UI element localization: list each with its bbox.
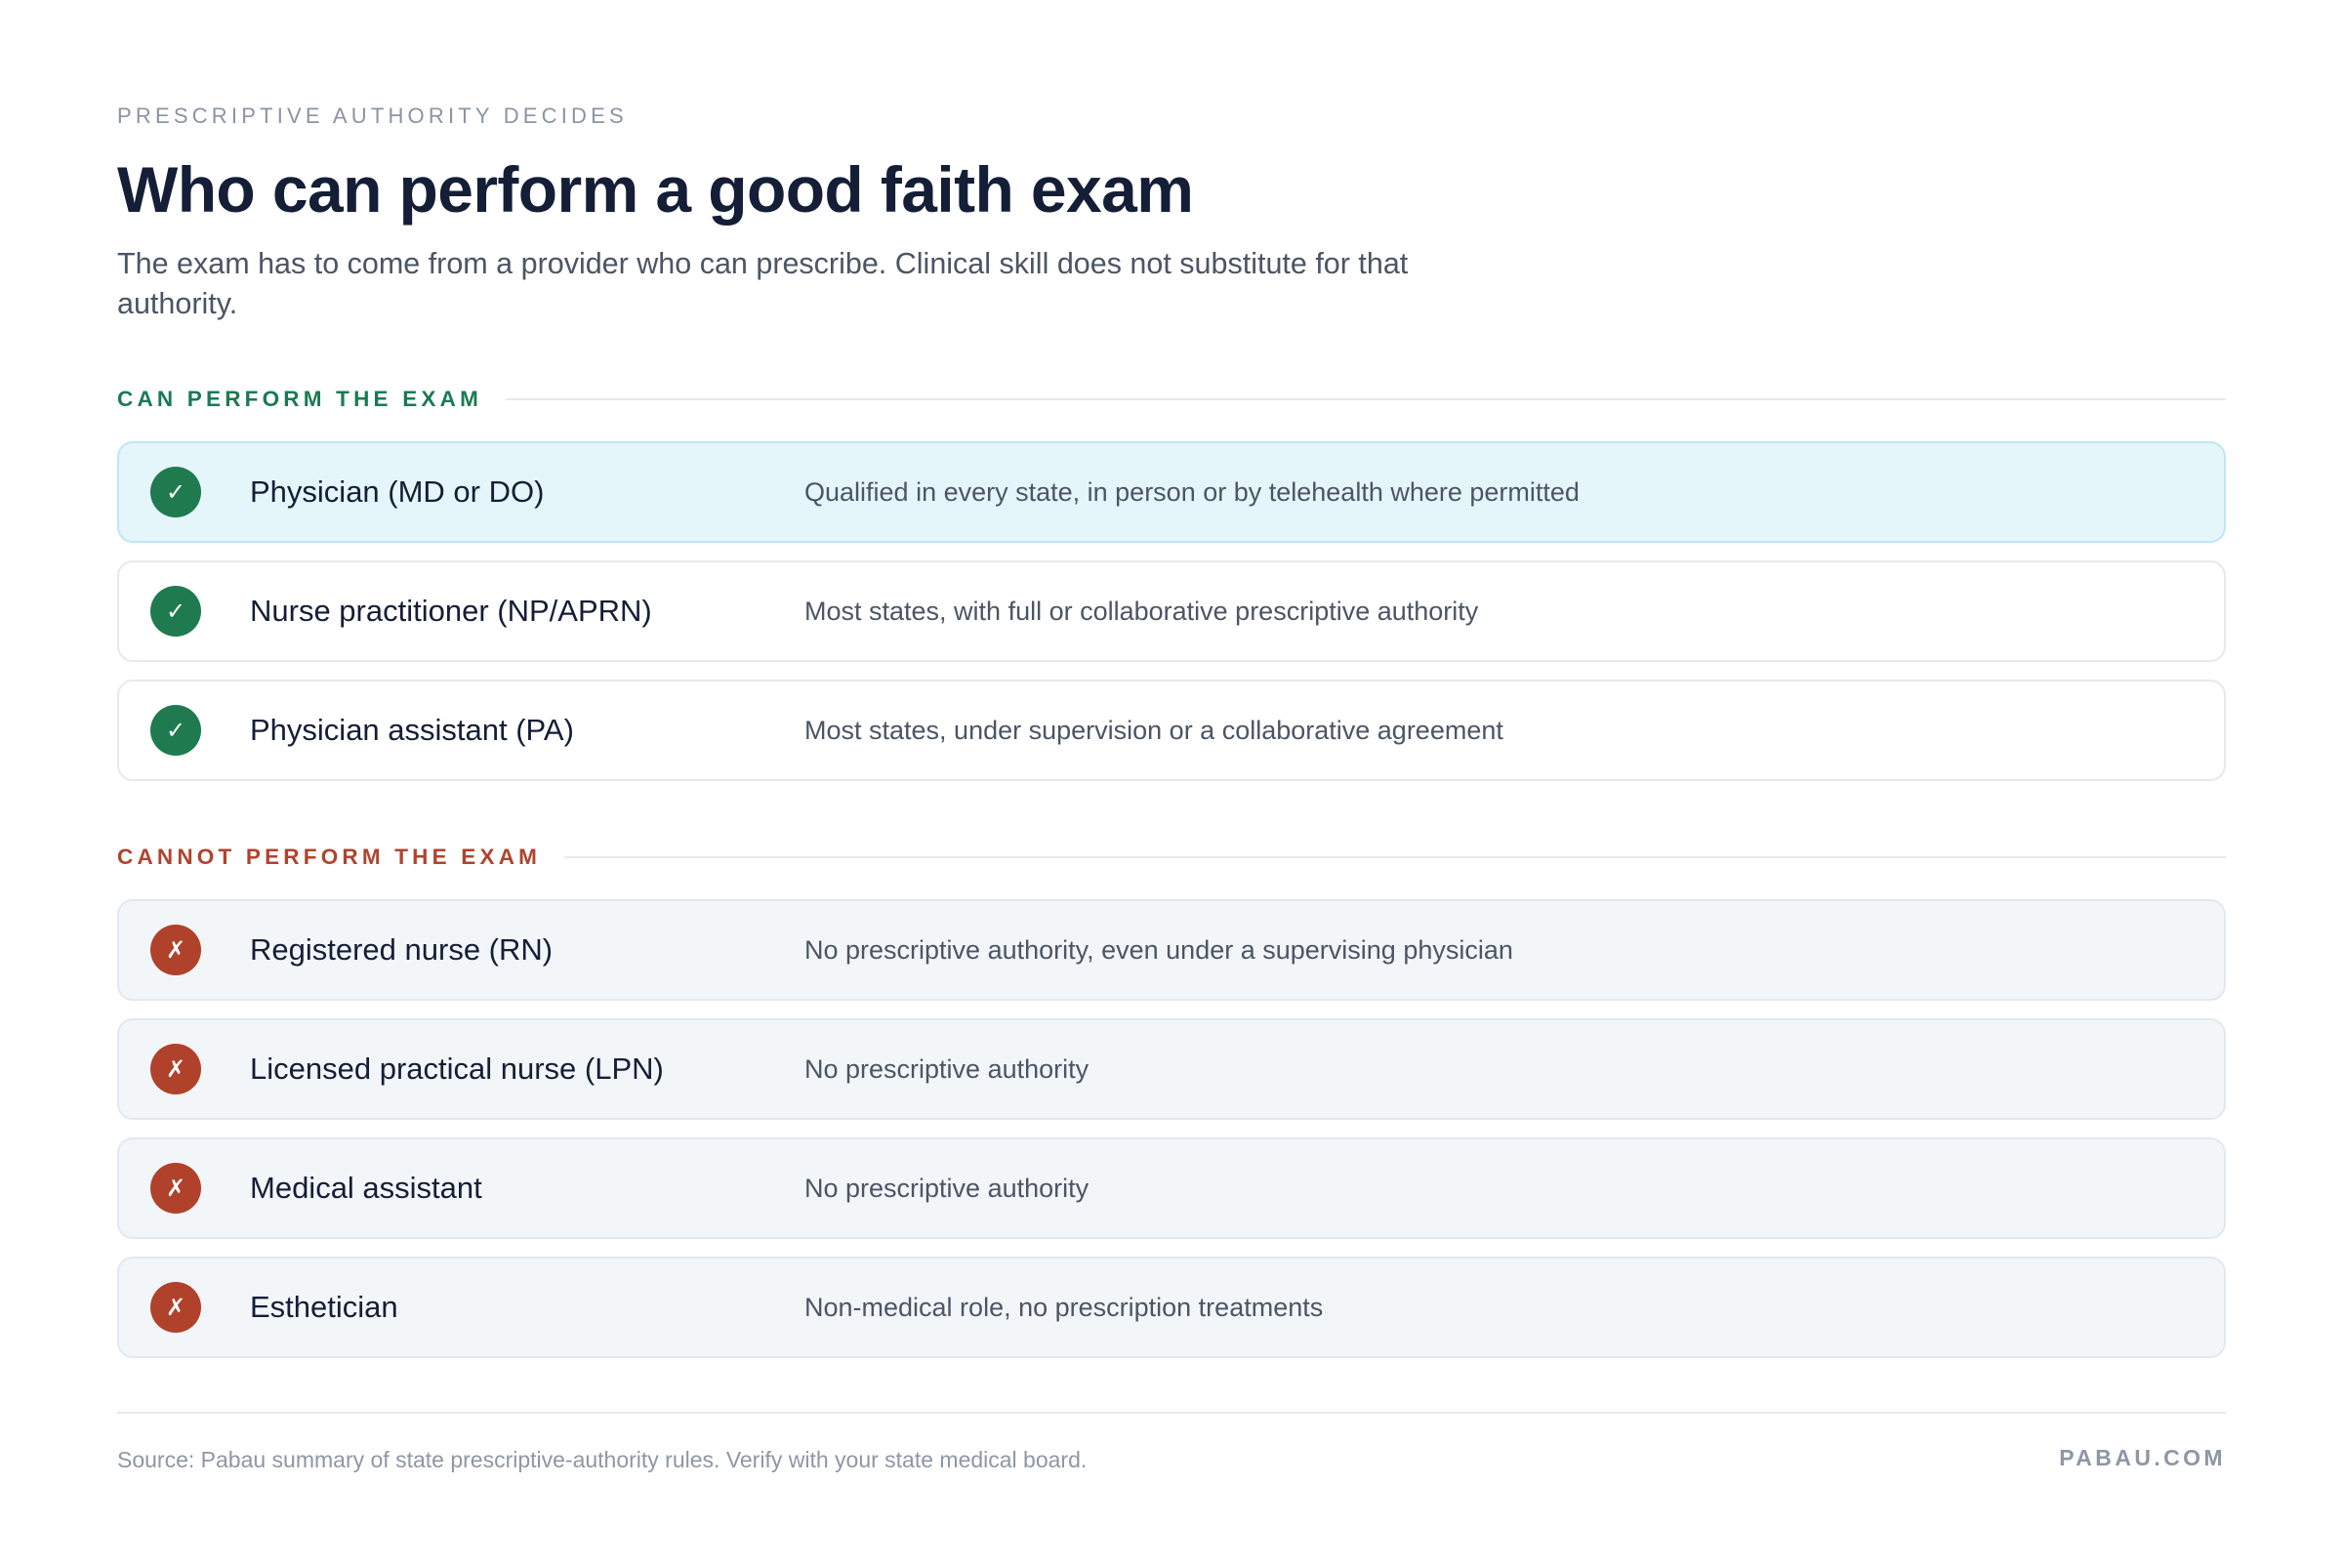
brand-link[interactable]: PABAU.COM [2059,1445,2226,1471]
source-note: Source: Pabau summary of state prescript… [117,1447,1088,1472]
role-name: Esthetician [250,1290,398,1324]
infographic-page: PRESCRIPTIVE AUTHORITY DECIDES Who can p… [117,0,2226,1568]
role-name: Physician (MD or DO) [250,475,545,509]
role-detail: Non-medical role, no prescription treatm… [804,1292,1324,1322]
role-detail: No prescriptive authority, even under a … [804,934,1513,965]
check-icon: ✓ [150,705,201,756]
eyebrow-label: PRESCRIPTIVE AUTHORITY DECIDES [117,103,628,128]
can-perform-row: ✓ Physician assistant (PA) Most states, … [117,680,2226,781]
can-perform-row: ✓ Physician (MD or DO) Qualified in ever… [117,441,2226,543]
cannot-perform-section-header: CANNOT PERFORM THE EXAM [117,841,2226,874]
role-detail: No prescriptive authority [804,1173,1089,1203]
role-name: Medical assistant [250,1171,482,1205]
role-name: Licensed practical nurse (LPN) [250,1052,664,1086]
cross-icon: ✗ [150,1044,201,1094]
cannot-perform-section-label: CANNOT PERFORM THE EXAM [117,845,542,869]
check-icon: ✓ [150,467,201,517]
cross-icon: ✗ [150,1163,201,1214]
role-detail: No prescriptive authority [804,1053,1089,1084]
section-divider [564,856,2226,858]
role-detail: Qualified in every state, in person or b… [804,476,1580,507]
role-name: Registered nurse (RN) [250,932,554,967]
role-name: Nurse practitioner (NP/APRN) [250,594,652,628]
cannot-perform-row: ✗ Registered nurse (RN) No prescriptive … [117,899,2226,1001]
can-perform-section-header: CAN PERFORM THE EXAM [117,383,2226,416]
role-detail: Most states, under supervision or a coll… [804,715,1503,745]
can-perform-list: ✓ Physician (MD or DO) Qualified in ever… [117,441,2226,799]
cannot-perform-list: ✗ Registered nurse (RN) No prescriptive … [117,899,2226,1376]
page-title: Who can perform a good faith exam [117,153,1194,226]
cannot-perform-row: ✗ Medical assistant No prescriptive auth… [117,1137,2226,1239]
can-perform-row: ✓ Nurse practitioner (NP/APRN) Most stat… [117,560,2226,662]
role-name: Physician assistant (PA) [250,713,574,747]
cross-icon: ✗ [150,1282,201,1333]
page-subtitle: The exam has to come from a provider who… [117,247,1409,320]
cannot-perform-row: ✗ Licensed practical nurse (LPN) No pres… [117,1018,2226,1120]
footer-divider [117,1412,2226,1414]
cannot-perform-row: ✗ Esthetician Non-medical role, no presc… [117,1257,2226,1358]
check-icon: ✓ [150,586,201,637]
cross-icon: ✗ [150,925,201,975]
section-divider [506,398,2226,400]
role-detail: Most states, with full or collaborative … [804,596,1479,626]
can-perform-section-label: CAN PERFORM THE EXAM [117,387,483,411]
